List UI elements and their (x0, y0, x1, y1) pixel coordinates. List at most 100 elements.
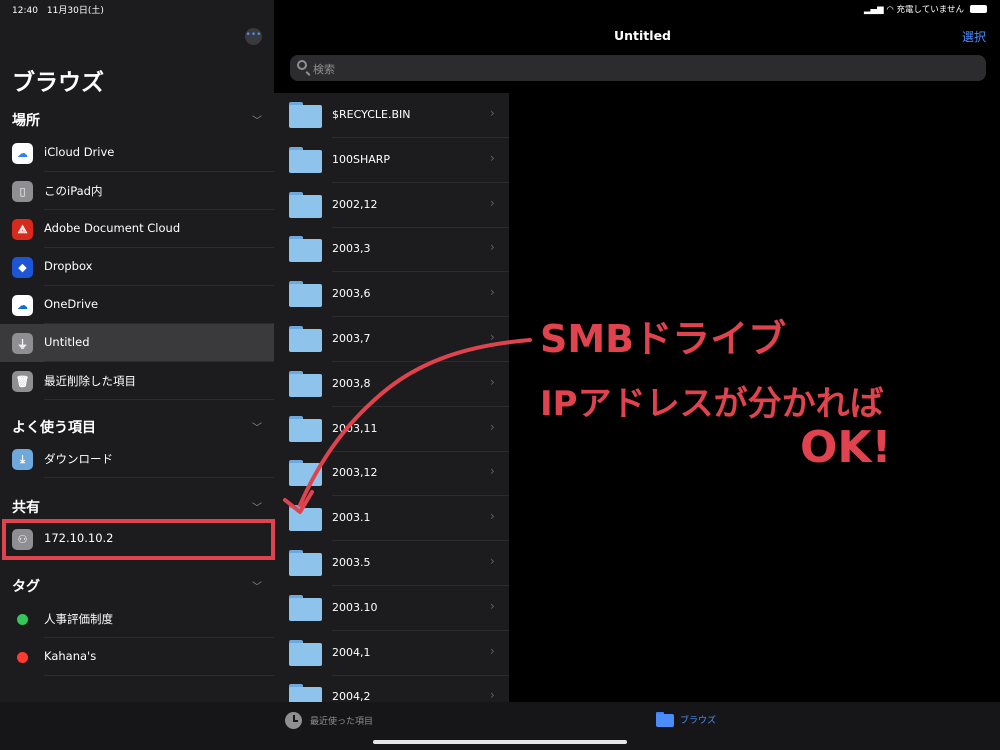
shared-item-label: 172.10.10.2 (44, 531, 114, 545)
chevron-down-icon[interactable]: ﹀ (252, 578, 262, 593)
folder-row[interactable]: 2004,1 › (274, 631, 509, 676)
chevron-right-icon: › (490, 688, 495, 702)
downloads-folder-icon: ⤓ (12, 449, 33, 470)
onedrive-icon: ☁ (12, 295, 33, 316)
annotation-line-2: IPアドレスが分かれば (540, 384, 884, 424)
shared-header[interactable]: 共有 (12, 497, 40, 517)
favorites-header[interactable]: よく使う項目 (12, 417, 96, 437)
tab-recents[interactable]: 最近使った項目 (285, 712, 373, 729)
folder-icon (289, 415, 322, 442)
folder-name: 2003,11 (332, 421, 378, 435)
folder-icon (289, 460, 322, 487)
sidebar-item-2[interactable]: ⟁ Adobe Document Cloud (0, 210, 274, 248)
folder-row[interactable]: 2003,12 › (274, 451, 509, 497)
more-options-button[interactable]: ••• (245, 28, 262, 45)
folder-row[interactable]: 2003,7 › (274, 317, 509, 362)
sidebar-item-0[interactable]: ☁ iCloud Drive (0, 134, 274, 172)
favorites-item-0[interactable]: ⤓ ダウンロード (0, 440, 274, 478)
tag-item-1[interactable]: Kahana's (0, 638, 274, 676)
chevron-right-icon: › (490, 419, 495, 434)
folder-row[interactable]: 2003.10 › (274, 586, 509, 631)
folder-list: $RECYCLE.BIN › 100SHARP › 2002,12 › 2003,3 › 200… (274, 93, 509, 702)
sidebar-item-label: Adobe Document Cloud (44, 221, 181, 235)
row-divider (44, 477, 274, 478)
icloud-icon: ☁ (12, 143, 33, 164)
folder-row[interactable]: 2002,12 › (274, 183, 509, 228)
folder-icon (656, 712, 674, 727)
folder-name: 2004,2 (332, 690, 371, 702)
folder-icon (289, 281, 322, 308)
sidebar-item-label: Untitled (44, 335, 90, 349)
sidebar-item-label: 最近削除した項目 (44, 374, 136, 388)
chevron-right-icon: › (490, 285, 495, 300)
trash-icon: 🗑 (12, 371, 33, 392)
tag-color-dot-icon (17, 614, 28, 625)
folder-icon (289, 236, 322, 263)
sidebar-item-4[interactable]: ☁ OneDrive (0, 286, 274, 324)
chevron-down-icon[interactable]: ﹀ (252, 499, 262, 514)
row-divider (44, 399, 274, 400)
battery-icon (969, 5, 987, 13)
tag-item-0[interactable]: 人事評価制度 (0, 600, 274, 638)
chevron-down-icon[interactable]: ﹀ (252, 419, 262, 434)
chevron-right-icon: › (490, 509, 495, 524)
folder-name: 2003.1 (332, 511, 371, 525)
nav-title: Untitled (614, 28, 671, 43)
dropbox-icon: ◆ (12, 257, 33, 278)
sidebar-item-6[interactable]: 🗑 最近削除した項目 (0, 362, 274, 400)
folder-icon (289, 684, 322, 702)
folder-icon (289, 191, 322, 218)
folder-name: 2004,1 (332, 645, 371, 659)
folder-row[interactable]: 2004,2 › (274, 675, 509, 702)
folder-name: 2003.5 (332, 556, 371, 569)
chevron-right-icon: › (490, 598, 495, 613)
sidebar-item-5[interactable]: ⏚ Untitled (0, 324, 274, 362)
folder-row[interactable]: 2003.5 › (274, 541, 509, 586)
ipad-icon: ▯ (12, 181, 33, 202)
folder-icon (289, 639, 322, 666)
favorites-item-label: ダウンロード (44, 452, 113, 466)
home-indicator[interactable] (373, 740, 627, 744)
locations-header[interactable]: 場所 (12, 110, 40, 130)
row-divider (44, 557, 274, 558)
folder-icon (289, 146, 322, 173)
folder-row[interactable]: 2003,3 › (274, 227, 509, 273)
sidebar: 12:40 11月30日(土) ••• ブラウズ 場所 ﹀ ☁ iCloud Dr… (0, 0, 274, 702)
folder-row[interactable]: 2003,6 › (274, 272, 509, 318)
folder-icon (289, 594, 322, 621)
clock-icon (285, 712, 302, 729)
signal-icon: ▂▄▆ (864, 5, 884, 15)
folder-row[interactable]: 100SHARP › (274, 138, 509, 183)
server-icon: ⚇ (12, 529, 33, 550)
chevron-down-icon[interactable]: ﹀ (252, 112, 262, 127)
folder-name: 2003.10 (332, 600, 378, 614)
folder-name: 2003,6 (332, 287, 371, 301)
sidebar-item-3[interactable]: ◆ Dropbox (0, 248, 274, 286)
search-placeholder: 検索 (313, 63, 335, 76)
folder-icon (289, 326, 322, 352)
folder-row[interactable]: 2003,8 › (274, 362, 509, 407)
folder-icon (289, 550, 322, 576)
folder-name: 2003,7 (332, 332, 371, 345)
folder-row[interactable]: $RECYCLE.BIN › (274, 93, 509, 138)
folder-name: 2002,12 (332, 197, 378, 211)
tag-color-dot-icon (17, 652, 28, 663)
chevron-right-icon: › (490, 240, 495, 255)
select-button[interactable]: 選択 (962, 28, 986, 45)
tag-label: 人事評価制度 (44, 612, 113, 626)
chevron-right-icon: › (490, 195, 495, 210)
folder-name: 2003,12 (332, 466, 378, 480)
tags-header[interactable]: タグ (12, 576, 40, 596)
annotation-line-3: OK! (800, 422, 892, 473)
annotation-line-1: SMBドライブ (540, 317, 786, 361)
usb-drive-icon: ⏚ (12, 333, 33, 354)
shared-item-0[interactable]: ⚇ 172.10.10.2 (0, 520, 274, 558)
status-time-date: 12:40 11月30日(土) (12, 6, 104, 16)
search-bar[interactable]: 検索 (290, 55, 986, 81)
folder-row[interactable]: 2003.1 › (274, 496, 509, 542)
sidebar-item-1[interactable]: ▯ このiPad内 (0, 172, 274, 210)
tab-browse[interactable]: ブラウズ (656, 712, 716, 727)
row-divider (44, 675, 274, 676)
folder-row[interactable]: 2003,11 › (274, 407, 509, 452)
sidebar-title: ブラウズ (12, 70, 104, 96)
